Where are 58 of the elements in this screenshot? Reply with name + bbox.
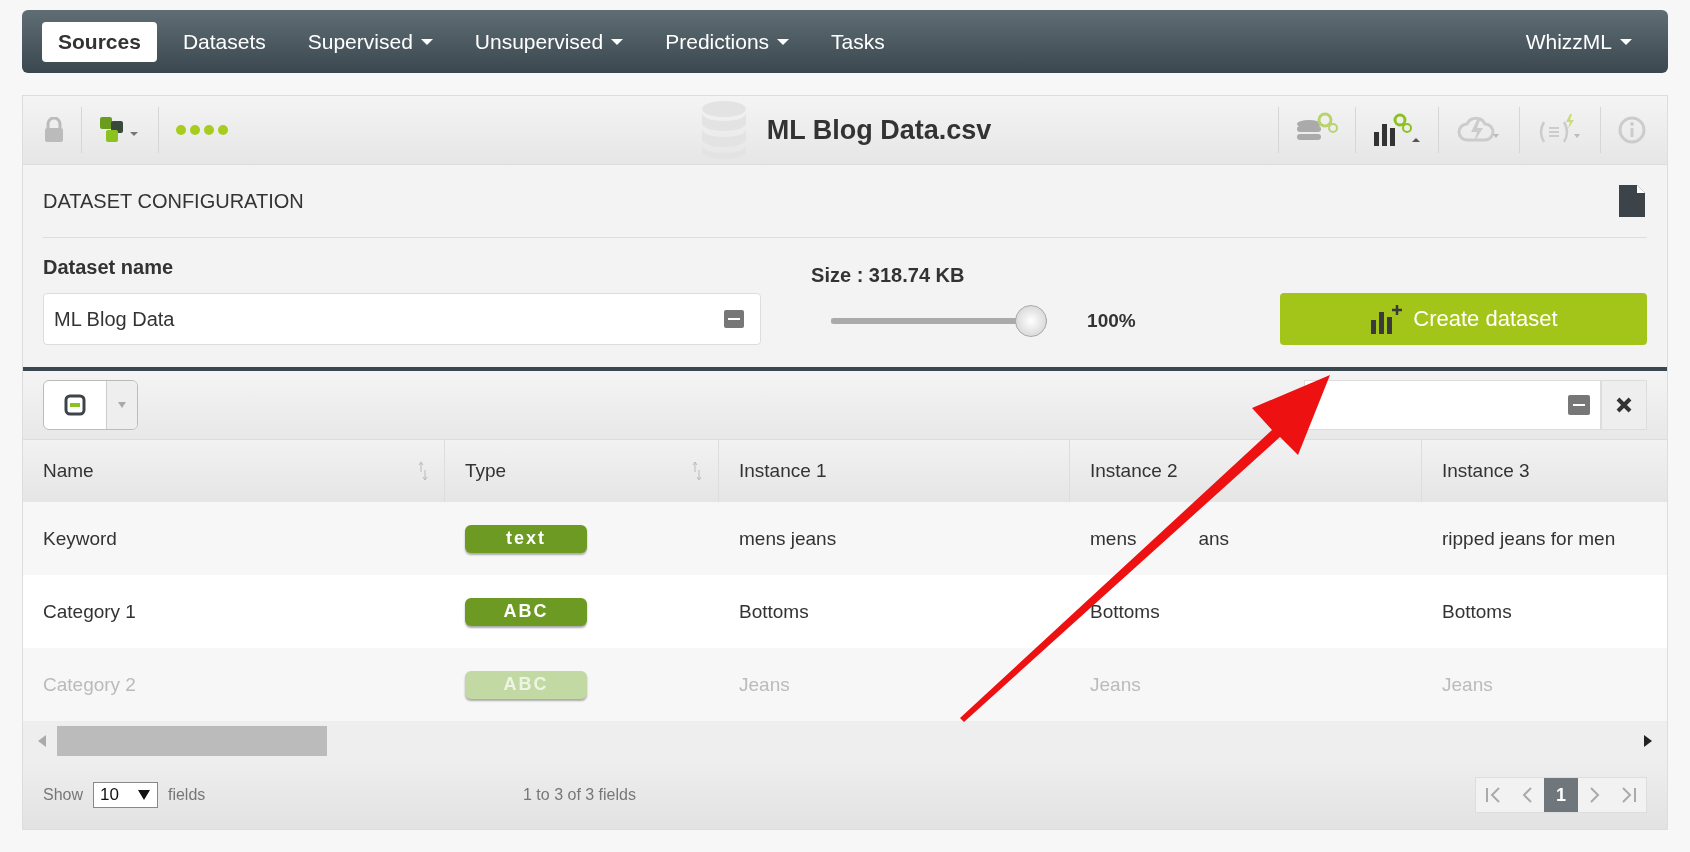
next-icon [1589,787,1601,803]
info-icon[interactable] [1617,115,1647,145]
sort-icon[interactable] [418,461,428,481]
file-title: ML Blog Data.csv [766,114,992,146]
table-cell: Category 2 [43,673,136,696]
fields-label: fields [167,786,206,804]
type-badge: text [465,524,587,553]
horizontal-scrollbar[interactable] [23,721,1667,761]
sort-icon[interactable] [692,461,702,481]
previous-icon [1521,787,1533,803]
table-cell: Bottoms [1442,600,1512,623]
bar-chart-gear-icon[interactable] [1372,112,1422,148]
nav-tab[interactable]: Tasks [815,21,901,62]
last-page-icon [1620,787,1638,803]
scroll-right-icon[interactable] [1643,734,1653,748]
page-button[interactable]: 1 [1544,778,1578,812]
close-icon [1616,397,1632,413]
table-cell: Jeans [739,673,790,696]
nav-tab[interactable]: Supervised [291,21,449,62]
type-badge: ABC [465,670,587,699]
lock-icon[interactable] [43,117,65,143]
first-page-icon [1484,787,1502,803]
type-badge: ABC [465,597,587,626]
close-button[interactable] [1601,380,1647,430]
slider-reading: 100% [1087,310,1136,332]
search-field[interactable] [1304,380,1601,430]
table-cell-text: ans [1198,527,1230,550]
table-cell-text: mens [1090,527,1137,550]
caret-icon [136,789,151,801]
bar-chart-plus-icon [1369,304,1404,334]
table-cell: Jeans [1442,673,1493,696]
table-row[interactable]: Category 1 ABC Bottoms Bottoms Bottoms [23,575,1667,648]
column-header[interactable]: Instance 3 [1422,440,1667,502]
scroll-left-icon[interactable] [37,734,47,748]
table-cell: Category 1 [43,600,136,623]
table-cell: Jeans [1090,673,1141,696]
field-label: Dataset name [43,256,175,279]
section-title: DATASET CONFIGURATION [43,189,304,213]
dataset-name-field[interactable]: ML Blog Data [43,293,762,345]
nav-tab[interactable]: Unsupervised [458,21,640,62]
minus-square-icon [64,394,86,416]
nav-tab[interactable]: Sources [42,21,157,62]
table-cell: Keyword [43,527,117,550]
caret-icon [117,401,127,409]
nav-menu[interactable]: WhizzML [1509,21,1648,62]
show-label: Show [43,786,84,804]
table-cell: Bottoms [739,600,809,623]
table-cell: Bottoms [1090,600,1160,623]
pagination-summary: 1 to 3 of 3 fields [523,786,637,804]
pdf-icon[interactable] [1617,183,1647,219]
table-cell: ripped jeans for men [1442,527,1616,550]
toggle-dropdown-button[interactable] [43,380,138,430]
size-label: Size : 318.74 KB [811,264,966,287]
table-row[interactable]: Keyword text mens jeans mens ans ripped jeans for men [23,502,1667,575]
nav-tab[interactable]: Datasets [166,21,282,62]
table-cell: mens jeans [739,527,837,550]
nav-tab[interactable]: Predictions [649,21,806,62]
page-size-select[interactable]: 10 [93,782,158,808]
